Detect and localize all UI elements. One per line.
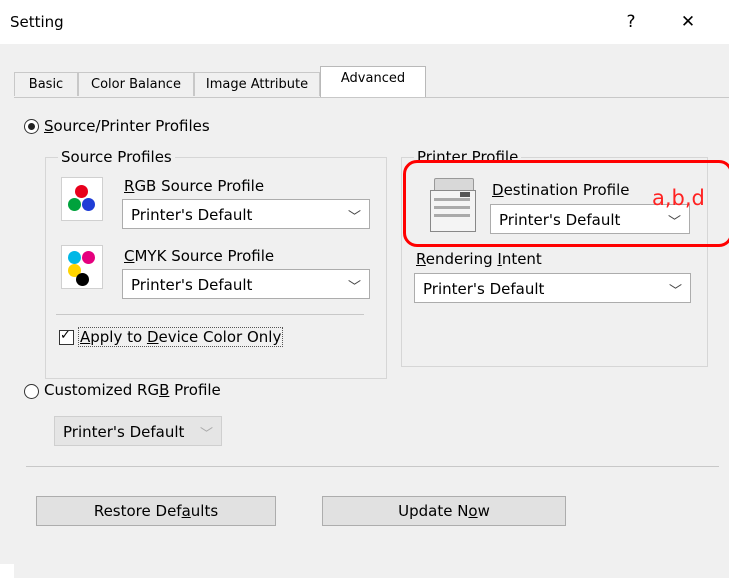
- rgb-source-profile-value: Printer's Default: [131, 206, 253, 224]
- rgb-blue-dot: [82, 198, 95, 211]
- customized-rgb-profile-radio[interactable]: [24, 384, 39, 399]
- customized-rgb-profile-label[interactable]: Customized RGB Profile: [44, 381, 221, 399]
- apply-to-device-color-label[interactable]: Apply to Device Color Only: [78, 327, 284, 347]
- chevron-down-icon: ﹀: [668, 284, 682, 299]
- cmyk-black-dot: [76, 273, 89, 286]
- title-bar: Setting ? ✕: [0, 0, 729, 45]
- rendering-intent-value: Printer's Default: [423, 280, 545, 298]
- cmyk-cyan-dot: [68, 251, 81, 264]
- source-printer-profiles-radio[interactable]: [24, 119, 39, 134]
- source-printer-profiles-label[interactable]: Source/Printer Profiles: [44, 117, 210, 135]
- tab-image-attribute[interactable]: Image Attribute: [194, 72, 320, 96]
- tab-color-balance[interactable]: Color Balance: [78, 72, 194, 96]
- rgb-profile-icon: [61, 177, 103, 221]
- tab-advanced[interactable]: Advanced: [320, 66, 426, 97]
- window-title: Setting: [10, 13, 64, 31]
- rgb-red-dot: [75, 185, 88, 198]
- cmyk-profile-icon: [61, 245, 103, 289]
- cmyk-source-profile-value: Printer's Default: [131, 276, 253, 294]
- dialog-body: Basic Color Balance Image Attribute Adva…: [0, 44, 729, 578]
- chevron-down-icon: ﹀: [199, 427, 213, 442]
- rendering-intent-label: Rendering Intent: [416, 250, 542, 268]
- tab-basic[interactable]: Basic: [14, 72, 78, 96]
- rgb-green-dot: [68, 198, 81, 211]
- chevron-down-icon: ﹀: [347, 280, 361, 295]
- rendering-intent-select[interactable]: Printer's Default ﹀: [414, 273, 691, 303]
- cmyk-source-profile-label: CMYK Source Profile: [124, 247, 275, 265]
- help-button[interactable]: ?: [611, 6, 651, 38]
- source-profiles-divider: [56, 314, 364, 315]
- cmyk-source-profile-select[interactable]: Printer's Default ﹀: [122, 269, 370, 299]
- customized-rgb-profile-select[interactable]: Printer's Default ﹀: [54, 416, 222, 446]
- apply-to-device-color-checkbox[interactable]: [59, 328, 74, 345]
- source-profiles-group-label: Source Profiles: [58, 148, 175, 166]
- bottom-divider: [26, 466, 719, 467]
- rgb-source-profile-select[interactable]: Printer's Default ﹀: [122, 199, 370, 229]
- customized-rgb-profile-value: Printer's Default: [63, 423, 185, 441]
- rgb-source-profile-label: RGB Source Profile: [124, 177, 265, 195]
- chevron-down-icon: ﹀: [347, 210, 361, 225]
- close-button[interactable]: ✕: [668, 6, 708, 38]
- source-profiles-group: Source Profiles RGB Source Profile Print…: [45, 148, 387, 379]
- annotation-label: a,b,d: [652, 186, 705, 210]
- update-now-button[interactable]: Update Now: [322, 496, 566, 526]
- cmyk-magenta-dot: [82, 251, 95, 264]
- restore-defaults-button[interactable]: Restore Defaults: [36, 496, 276, 526]
- advanced-panel: Source/Printer Profiles Source Profiles …: [14, 97, 729, 578]
